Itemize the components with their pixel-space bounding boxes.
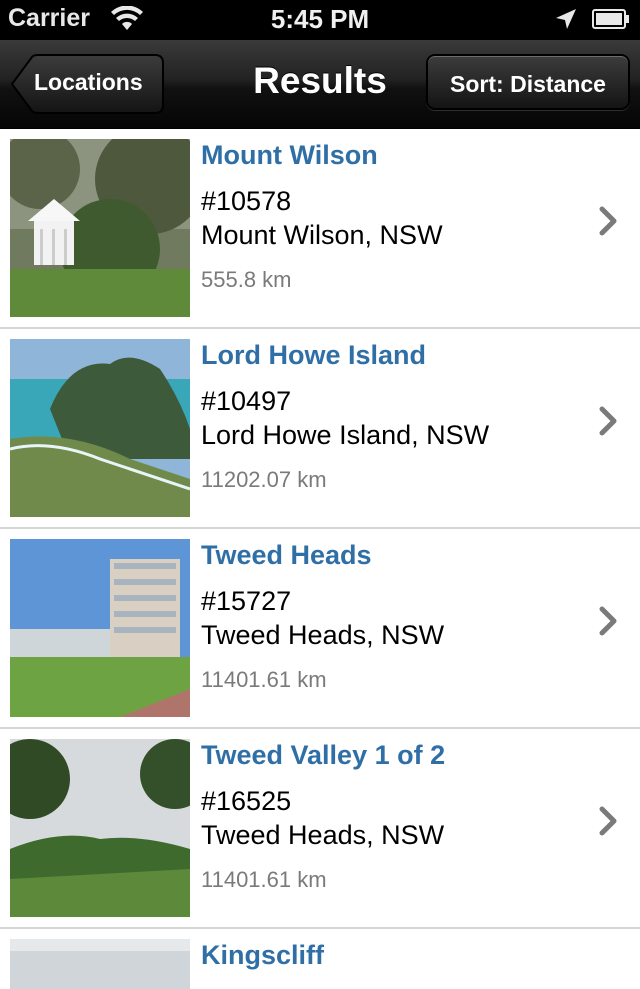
result-title: Lord Howe Island	[201, 340, 427, 370]
result-code: #16525	[201, 786, 292, 816]
result-place: Lord Howe Island, NSW	[201, 420, 490, 450]
list-item[interactable]: Tweed Valley 1 of 2 #16525 Tweed Heads, …	[0, 729, 640, 929]
result-title: Tweed Valley 1 of 2	[201, 740, 446, 770]
chevron-right-icon	[599, 806, 617, 836]
result-distance: 11202.07 km	[201, 467, 327, 492]
results-list: Mount Wilson #10578 Mount Wilson, NSW 55…	[0, 129, 640, 989]
status-bar: Carrier 5:45 PM	[0, 0, 640, 40]
result-distance: 11401.61 km	[201, 667, 327, 692]
result-place: Mount Wilson, NSW	[201, 220, 443, 250]
battery-icon	[592, 9, 629, 29]
result-code: #15727	[201, 586, 292, 616]
clock: 5:45 PM	[270, 4, 370, 34]
chevron-right-icon	[599, 406, 617, 436]
result-title: Mount Wilson	[201, 140, 378, 170]
result-code: #10497	[201, 386, 292, 416]
chevron-right-icon	[599, 206, 617, 236]
chevron-right-icon	[599, 606, 617, 636]
list-item[interactable]: Kingscliff	[0, 929, 640, 989]
location-thumbnail	[10, 339, 190, 517]
result-title: Kingscliff	[201, 940, 325, 970]
list-item[interactable]: Lord Howe Island #10497 Lord Howe Island…	[0, 329, 640, 529]
navigation-bar: Locations Results Sort: Distance	[0, 40, 640, 129]
result-distance: 555.8 km	[201, 267, 292, 292]
sort-button[interactable]: Sort: Distance	[426, 54, 630, 110]
location-thumbnail	[10, 739, 190, 917]
result-place: Tweed Heads, NSW	[201, 620, 445, 650]
location-arrow-icon	[556, 9, 576, 29]
result-place: Tweed Heads, NSW	[201, 820, 445, 850]
result-code: #10578	[201, 186, 292, 216]
location-thumbnail	[10, 939, 190, 989]
result-distance: 11401.61 km	[201, 867, 327, 892]
location-thumbnail	[10, 139, 190, 317]
list-item[interactable]: Tweed Heads #15727 Tweed Heads, NSW 1140…	[0, 529, 640, 729]
result-title: Tweed Heads	[201, 540, 372, 570]
list-item[interactable]: Mount Wilson #10578 Mount Wilson, NSW 55…	[0, 129, 640, 329]
location-thumbnail	[10, 539, 190, 717]
